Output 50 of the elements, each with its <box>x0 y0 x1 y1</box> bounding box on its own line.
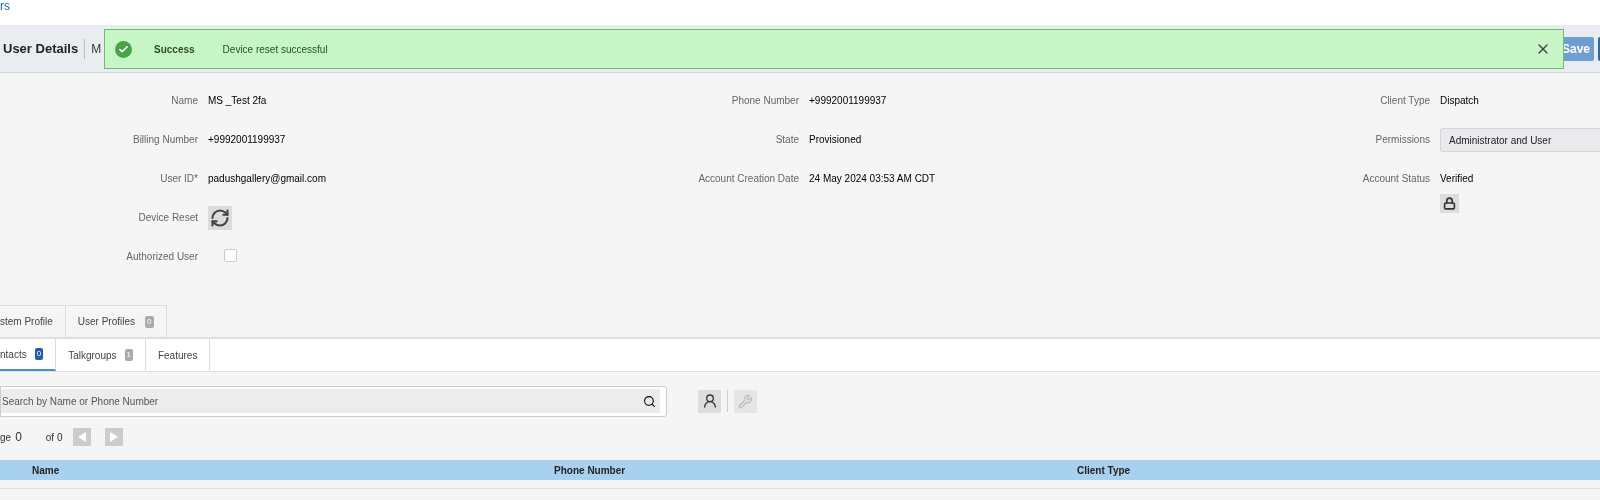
field-label: State <box>774 133 799 147</box>
search-field[interactable]: Search by Name or Phone Number <box>1 389 660 413</box>
permissions-dropdown[interactable]: Administrator and User <box>1440 128 1600 152</box>
device-reset-button[interactable] <box>208 206 232 230</box>
field-label: Client Type <box>1379 94 1430 108</box>
field-label: User ID* <box>159 172 198 186</box>
field-value: padushgallery@gmail.com <box>208 172 326 186</box>
count-badge: 0 <box>145 315 154 328</box>
sub-tab[interactable]: Talkgroups 1 <box>56 339 146 371</box>
toast-message: Device reset successful <box>222 42 328 57</box>
field-value: Provisioned <box>809 133 862 147</box>
field-value: +9992001199937 <box>208 133 286 147</box>
success-icon <box>115 40 132 58</box>
column-header[interactable]: Name <box>32 462 555 478</box>
sub-tab[interactable]: Features <box>145 339 211 371</box>
field-label: Authorized User <box>125 250 198 264</box>
field-label: Account Status <box>1361 172 1430 186</box>
field-label: Billing Number <box>131 133 198 147</box>
checkbox[interactable] <box>224 249 237 262</box>
toast-title: Success <box>154 42 195 57</box>
pager-label: ge <box>0 430 12 445</box>
refresh-icon <box>210 208 230 228</box>
add-user-button[interactable] <box>698 389 721 413</box>
count-badge: 1 <box>124 349 133 361</box>
field-label: Account Creation Date <box>697 172 799 186</box>
column-header[interactable]: Phone Number <box>554 462 1077 478</box>
profile-tab[interactable]: User Profiles 0 <box>64 305 167 337</box>
page-number: 0 <box>15 429 22 446</box>
field-label: Phone Number <box>730 94 799 108</box>
page-total: of 0 <box>45 430 63 445</box>
field-value: Verified <box>1440 172 1474 186</box>
sub-tab[interactable]: ntacts 0 <box>0 339 57 371</box>
field-label: Name <box>170 94 198 108</box>
page-subtitle: M <box>91 40 102 58</box>
wrench-icon <box>738 393 753 409</box>
lock-button[interactable] <box>1440 194 1459 213</box>
lock-icon <box>1443 197 1456 210</box>
field-value: +9992001199937 <box>809 94 887 108</box>
field-value: Dispatch <box>1440 94 1479 108</box>
field-value: 24 May 2024 03:53 AM CDT <box>809 172 936 186</box>
column-header[interactable]: Client Type <box>1077 462 1600 478</box>
left-triangle-icon <box>77 432 86 442</box>
field-label: Device Reset <box>137 211 198 225</box>
search-icon <box>643 394 656 408</box>
field-label: Permissions <box>1374 133 1430 147</box>
field-value: MS _Test 2fa <box>208 94 267 108</box>
search-input[interactable]: Search by Name or Phone Number <box>1 393 643 409</box>
page-title: User Details <box>3 39 79 58</box>
right-triangle-icon <box>109 432 118 442</box>
count-badge: 0 <box>34 348 44 360</box>
